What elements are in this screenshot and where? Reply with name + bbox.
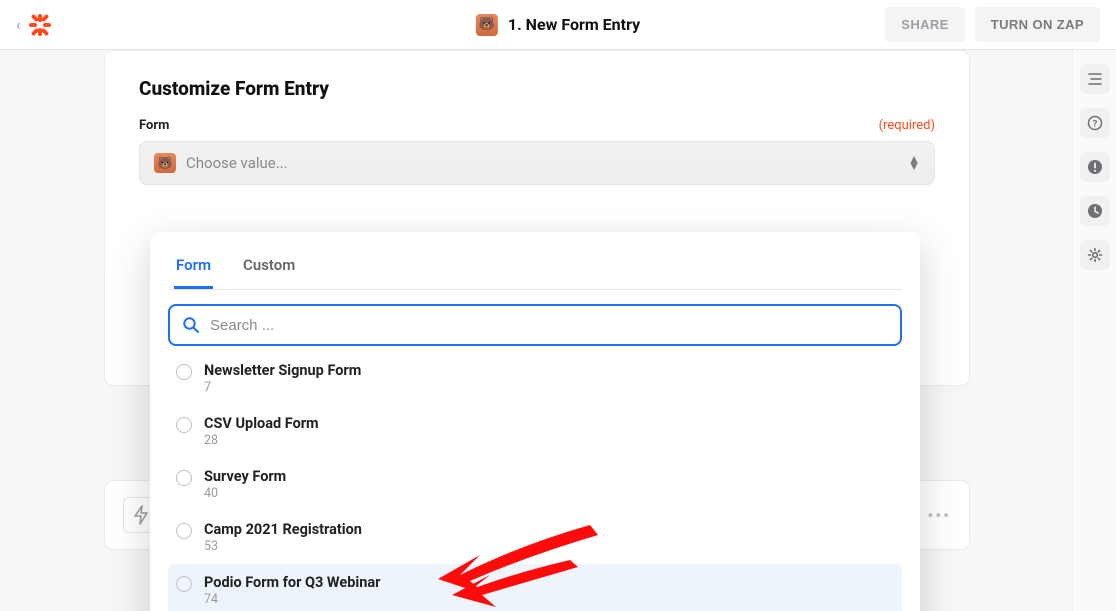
search-field[interactable] — [168, 304, 902, 346]
dropdown-tabs: Form Custom — [168, 244, 902, 290]
history-icon[interactable] — [1080, 196, 1110, 226]
option-id: 74 — [204, 592, 380, 607]
tab-form[interactable]: Form — [174, 250, 213, 289]
list-item[interactable]: CSV Upload Form28 — [168, 405, 902, 458]
settings-gear-icon[interactable] — [1080, 240, 1110, 270]
search-icon — [182, 316, 200, 334]
radio-icon — [176, 364, 192, 380]
list-item[interactable]: Newsletter Signup Form7 — [168, 352, 902, 405]
option-id: 28 — [204, 433, 319, 448]
select-arrows-icon: ▲▼ — [908, 156, 920, 170]
tab-custom[interactable]: Custom — [241, 250, 297, 289]
svg-text:?: ? — [1092, 119, 1097, 130]
search-input[interactable] — [210, 317, 888, 334]
form-dropdown-popover: Form Custom Newsletter Signup Form7 CSV … — [150, 232, 920, 611]
turn-on-zap-button[interactable]: TURN ON ZAP — [975, 7, 1100, 42]
option-id: 53 — [204, 539, 362, 554]
required-label: (required) — [879, 118, 935, 133]
app-root: ‹ 🐻 1. New Form Entry SHARE TURN ON ZAP … — [0, 0, 1116, 611]
option-name: Podio Form for Q3 Webinar — [204, 574, 380, 591]
right-sidebar: ? — [1072, 50, 1116, 611]
form-field-label: Form — [139, 118, 169, 133]
step-title: 1. New Form Entry — [508, 15, 640, 34]
section-title: Customize Form Entry — [139, 77, 935, 100]
wpforms-app-icon: 🐻 — [476, 14, 498, 36]
share-button[interactable]: SHARE — [885, 7, 965, 42]
option-name: Newsletter Signup Form — [204, 362, 361, 379]
top-bar: ‹ 🐻 1. New Form Entry SHARE TURN ON ZAP — [0, 0, 1116, 50]
list-item[interactable]: Podio Form for Q3 Webinar74 — [168, 564, 902, 611]
list-item[interactable]: Survey Form40 — [168, 458, 902, 511]
help-icon[interactable]: ? — [1080, 108, 1110, 138]
select-placeholder: Choose value... — [186, 154, 288, 172]
option-name: Camp 2021 Registration — [204, 521, 362, 538]
radio-icon — [176, 576, 192, 592]
option-name: CSV Upload Form — [204, 415, 319, 432]
option-id: 7 — [204, 380, 361, 395]
wpforms-app-icon: 🐻 — [154, 153, 176, 173]
more-icon[interactable]: ••• — [927, 506, 951, 525]
option-id: 40 — [204, 486, 286, 501]
zapier-logo-icon[interactable] — [27, 12, 53, 38]
editor-canvas: Customize Form Entry Form (required) 🐻 C… — [0, 50, 1116, 611]
radio-icon — [176, 523, 192, 539]
option-name: Survey Form — [204, 468, 286, 485]
radio-icon — [176, 417, 192, 433]
back-chevron-icon[interactable]: ‹ — [16, 15, 21, 34]
alert-icon[interactable] — [1080, 152, 1110, 182]
radio-icon — [176, 470, 192, 486]
list-item[interactable]: Camp 2021 Registration53 — [168, 511, 902, 564]
step-title-group: 🐻 1. New Form Entry — [476, 14, 640, 36]
options-list: Newsletter Signup Form7 CSV Upload Form2… — [168, 352, 902, 611]
outline-icon[interactable] — [1080, 64, 1110, 94]
form-select[interactable]: 🐻 Choose value... ▲▼ — [139, 141, 935, 185]
